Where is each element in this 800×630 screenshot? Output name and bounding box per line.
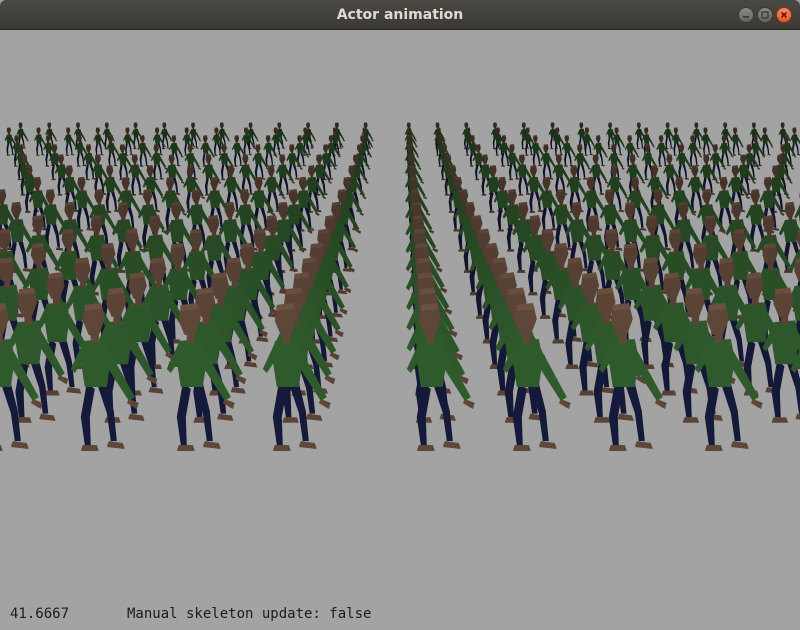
- actor: [730, 127, 744, 156]
- window-title: Actor animation: [336, 7, 464, 23]
- actor: [675, 144, 693, 181]
- actor: [574, 144, 591, 181]
- actor: [760, 127, 774, 156]
- actor: [137, 135, 153, 167]
- actor: [184, 144, 202, 181]
- actor: [608, 144, 625, 181]
- window-controls: [738, 7, 792, 23]
- actor: [540, 144, 557, 181]
- skeleton-update-status: Manual skeleton update: false: [127, 606, 372, 622]
- actor: [202, 154, 222, 196]
- actor: [238, 154, 258, 196]
- actor: [701, 127, 715, 156]
- actor: [160, 122, 173, 150]
- close-icon: [780, 11, 788, 19]
- maximize-button[interactable]: [757, 7, 773, 23]
- actor: [34, 127, 48, 156]
- actor: [63, 127, 77, 156]
- minimize-button[interactable]: [738, 7, 754, 23]
- close-button[interactable]: [776, 7, 792, 23]
- app-window: Actor animation 41.6667 Manual skeleton …: [0, 0, 800, 630]
- actor: [165, 154, 185, 196]
- actor: [530, 135, 545, 167]
- minimize-icon: [743, 16, 749, 18]
- hud-overlay: 41.6667 Manual skeleton update: false: [0, 606, 800, 626]
- actor-crowd: [0, 122, 800, 451]
- actor: [128, 154, 148, 196]
- fps-counter: 41.6667: [10, 606, 70, 622]
- actor: [150, 144, 168, 181]
- render-viewport[interactable]: 41.6667 Manual skeleton update: false: [0, 30, 800, 630]
- maximize-icon: [761, 11, 769, 19]
- title-bar[interactable]: Actor animation: [0, 0, 800, 30]
- actor: [561, 135, 577, 167]
